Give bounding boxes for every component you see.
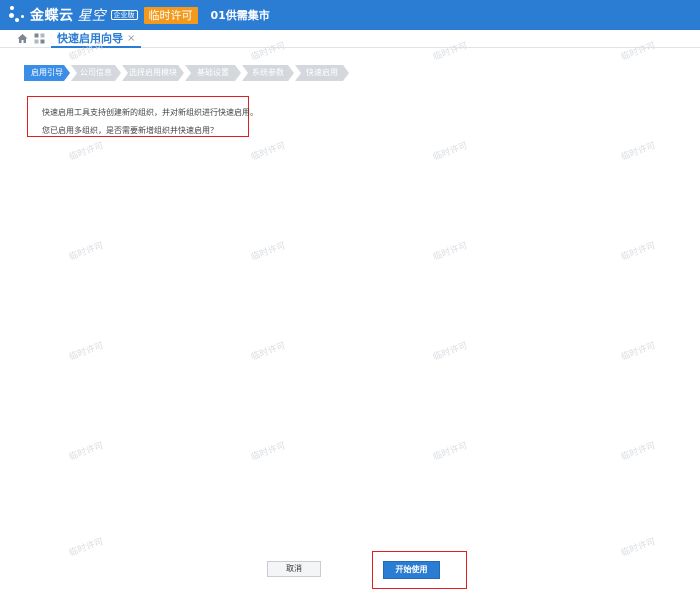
step-quick-enable: 快速启用: [295, 65, 349, 81]
watermark: 临时许可: [249, 141, 288, 163]
intro-line-1: 快速启用工具支持创建新的组织，并对新组织进行快速启用。: [42, 108, 258, 117]
watermark: 临时许可: [431, 141, 470, 163]
watermark: 临时许可: [67, 441, 106, 463]
brand-sub: 星空: [77, 8, 106, 24]
cancel-button[interactable]: 取消: [267, 561, 321, 577]
tab-label: 快速启用向导: [57, 32, 123, 45]
start-button[interactable]: 开始使用: [383, 561, 440, 579]
tab-close-icon[interactable]: ×: [127, 33, 135, 44]
watermark: 临时许可: [431, 341, 470, 363]
edition-badge: 企业版: [110, 10, 138, 20]
watermark: 临时许可: [619, 241, 658, 263]
home-icon[interactable]: [17, 33, 28, 44]
watermark: 临时许可: [619, 341, 658, 363]
watermark: 临时许可: [619, 537, 658, 559]
watermark: 临时许可: [67, 537, 106, 559]
intro-message-box: 快速启用工具支持创建新的组织，并对新组织进行快速启用。 您已启用多组织，是否需要…: [27, 96, 258, 137]
watermark: 临时许可: [619, 441, 658, 463]
watermark: 临时许可: [431, 441, 470, 463]
watermark: 临时许可: [619, 141, 658, 163]
tab-bar: 快速启用向导 ×: [0, 30, 700, 48]
step-enable-guide: 启用引导: [24, 65, 70, 81]
watermark: 临时许可: [249, 441, 288, 463]
license-badge: 临时许可: [143, 6, 198, 24]
watermark: 临时许可: [249, 341, 288, 363]
step-select-modules: 选择启用模块: [122, 65, 184, 81]
watermark: 临时许可: [431, 241, 470, 263]
logo-dots-icon: [8, 4, 28, 26]
app-logo[interactable]: 金蝶云 星空 企业版: [8, 0, 138, 30]
step-company-info: 公司信息: [71, 65, 121, 81]
app-grid-icon[interactable]: [34, 33, 45, 44]
org-name[interactable]: 01供需集市: [211, 7, 270, 23]
wizard-steps: 启用引导 公司信息 选择启用模块 基础设置 系统参数 快速启用: [24, 65, 350, 81]
watermark: 临时许可: [67, 241, 106, 263]
step-system-params: 系统参数: [242, 65, 294, 81]
tab-quick-enable-wizard[interactable]: 快速启用向导 ×: [51, 30, 142, 48]
intro-line-2: 您已启用多组织，是否需要新增组织并快速启用？: [42, 126, 218, 135]
top-bar: 金蝶云 星空 企业版 临时许可 01供需集市: [0, 0, 700, 30]
watermark: 临时许可: [67, 341, 106, 363]
brand-name: 金蝶云: [30, 8, 74, 24]
watermark: 临时许可: [249, 241, 288, 263]
step-basic-settings: 基础设置: [185, 65, 241, 81]
watermark: 临时许可: [67, 141, 106, 163]
